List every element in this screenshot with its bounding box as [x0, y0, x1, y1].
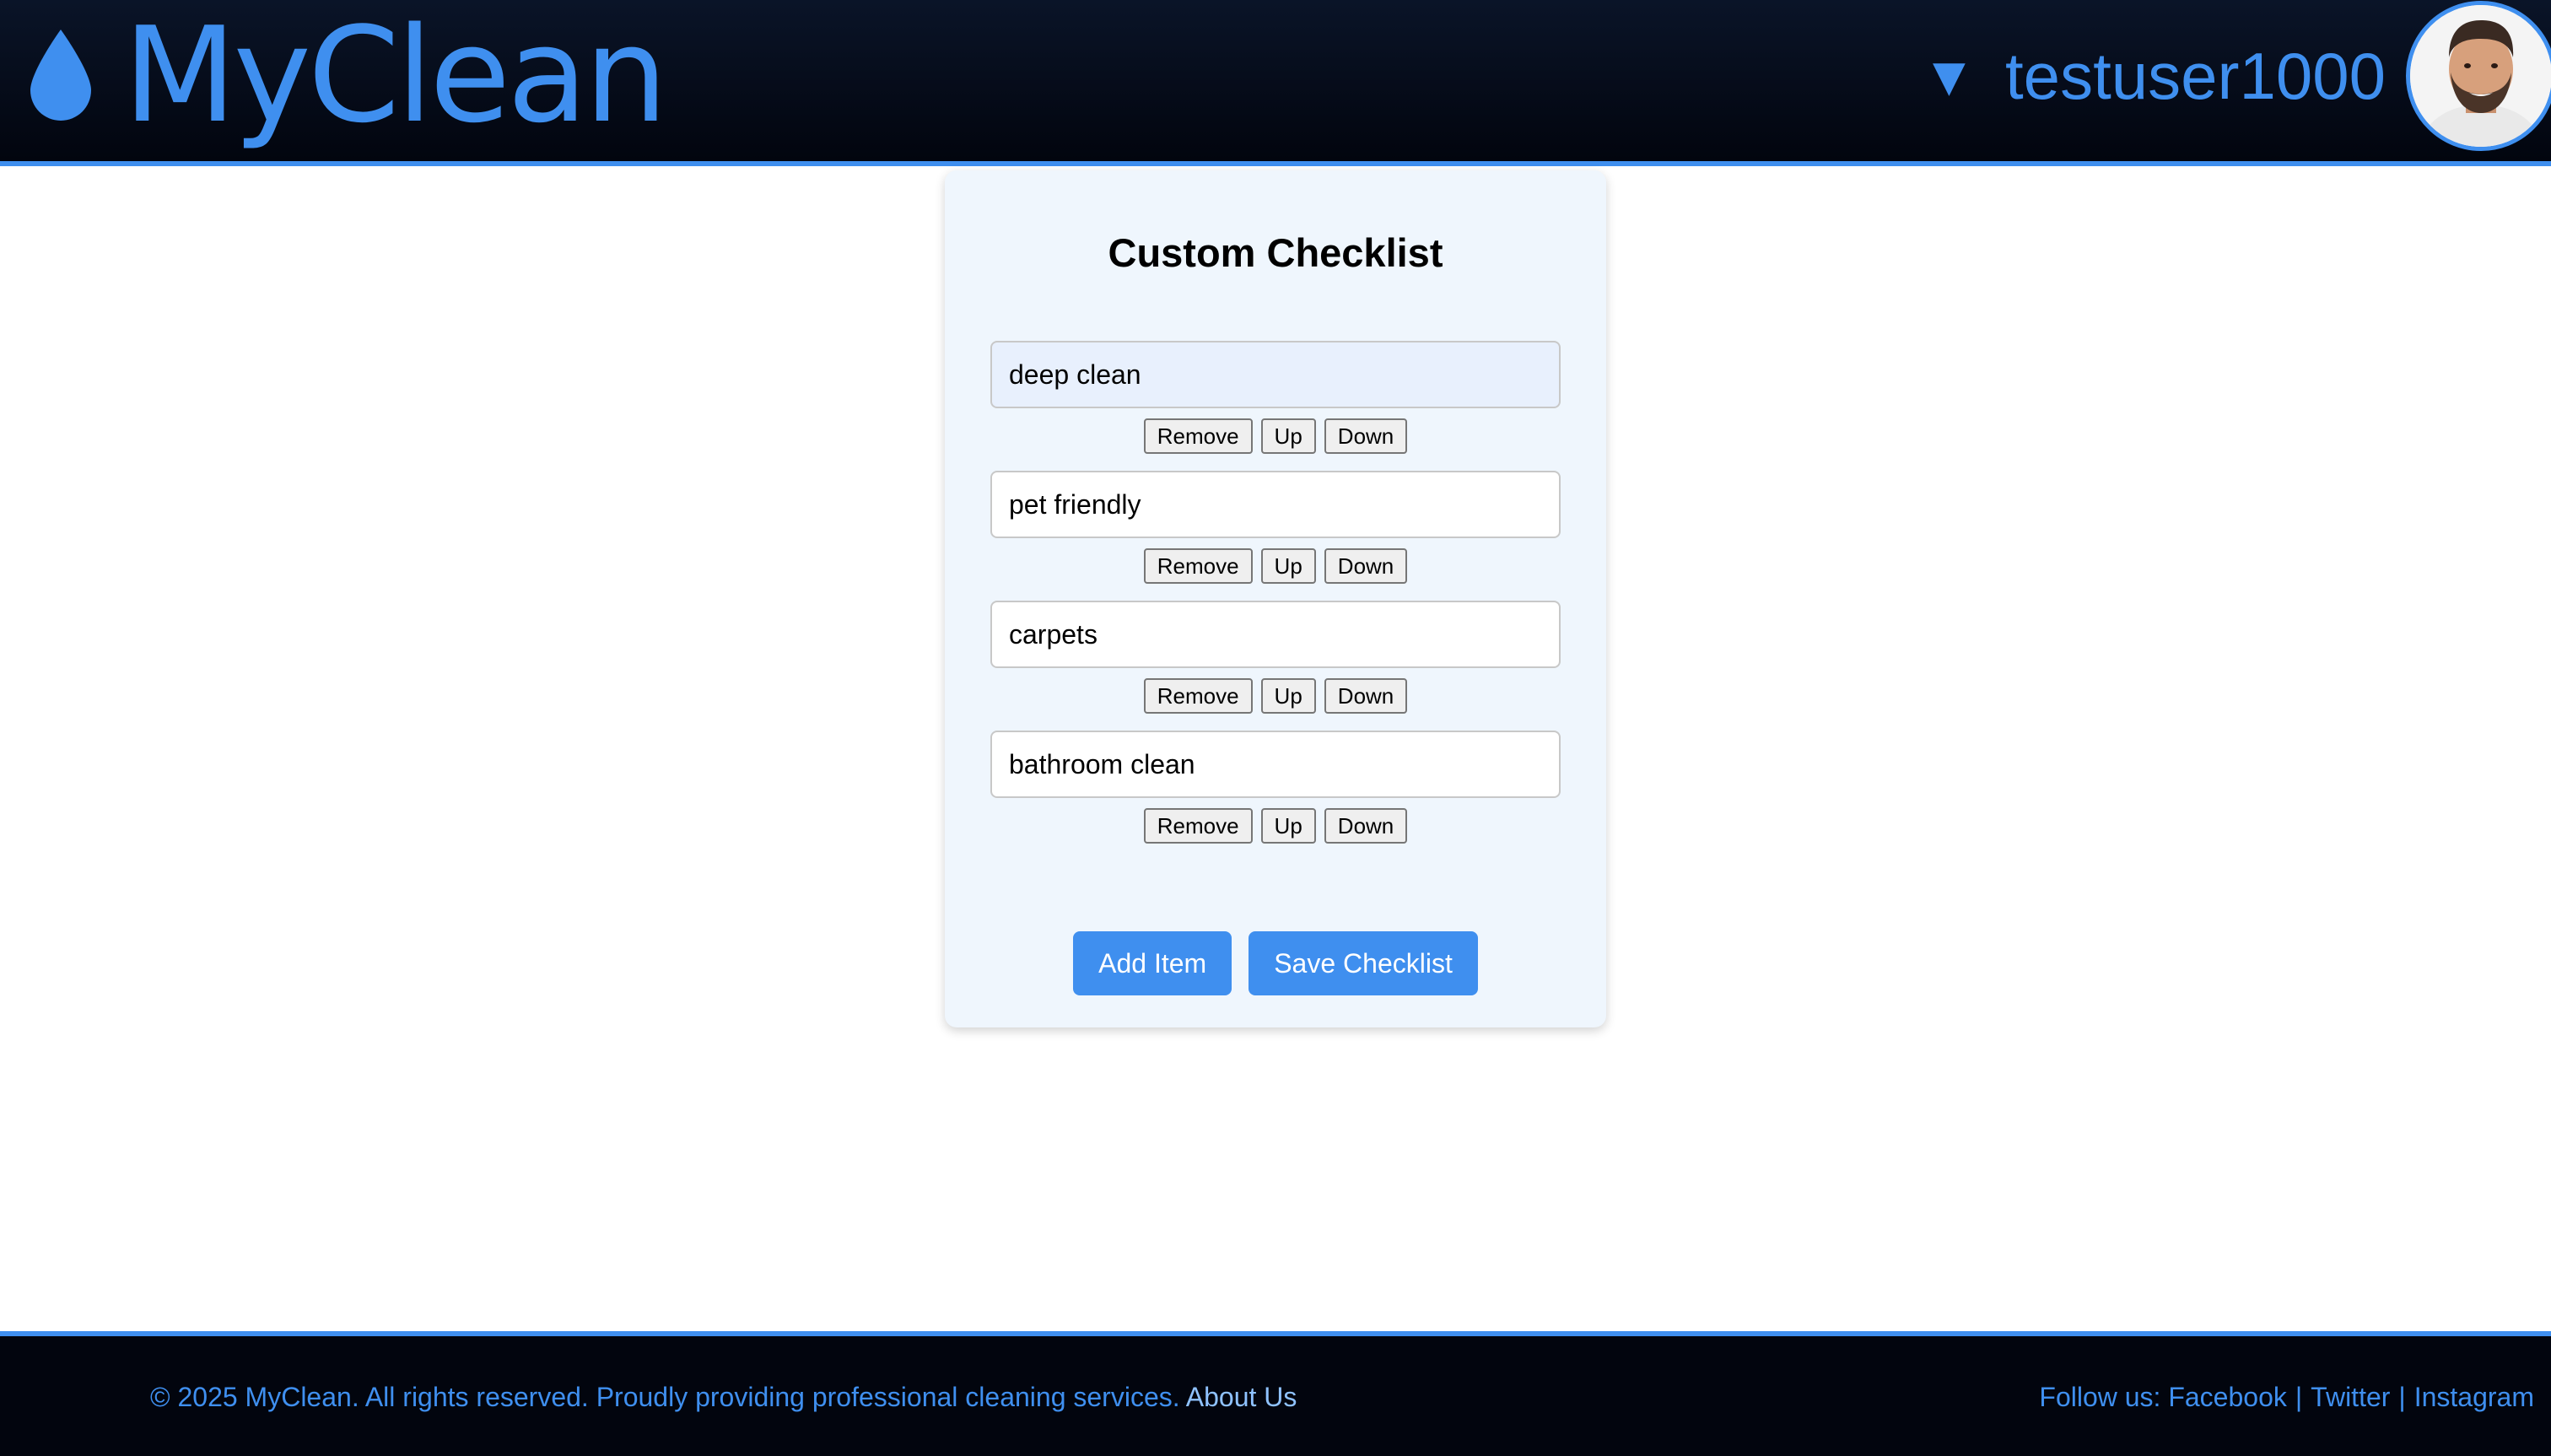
remove-button[interactable]: Remove — [1143, 808, 1253, 844]
move-up-button[interactable]: Up — [1260, 548, 1316, 584]
remove-button[interactable]: Remove — [1143, 548, 1253, 584]
checklist-item-input[interactable] — [990, 471, 1561, 538]
top-header: MyClean ▼ testuser1000 — [0, 0, 2551, 166]
save-checklist-button[interactable]: Save Checklist — [1249, 931, 1478, 995]
user-photo-icon — [2410, 5, 2551, 147]
page-title: Custom Checklist — [1108, 230, 1443, 275]
dropdown-caret-icon[interactable]: ▼ — [1922, 48, 1977, 104]
remove-button[interactable]: Remove — [1143, 418, 1253, 454]
item-controls: Remove Up Down — [990, 678, 1561, 714]
add-item-button[interactable]: Add Item — [1073, 931, 1232, 995]
checklist-item-input[interactable] — [990, 341, 1561, 408]
logo[interactable]: MyClean — [30, 0, 668, 152]
remove-button[interactable]: Remove — [1143, 678, 1253, 714]
checklist-item-input[interactable] — [990, 601, 1561, 668]
checklist-item-input[interactable] — [990, 731, 1561, 798]
item-controls: Remove Up Down — [990, 418, 1561, 454]
water-drop-icon — [30, 30, 91, 121]
copyright-text: © 2025 MyClean. All rights reserved. Pro… — [150, 1382, 1180, 1412]
checklist-actions: Add Item Save Checklist — [945, 931, 1606, 995]
avatar[interactable] — [2406, 1, 2551, 151]
move-down-button[interactable]: Down — [1324, 548, 1408, 584]
separator: | — [2295, 1382, 2303, 1412]
logo-text: MyClean — [123, 0, 668, 152]
move-up-button[interactable]: Up — [1260, 418, 1316, 454]
footer-copyright: © 2025 MyClean. All rights reserved. Pro… — [150, 1382, 1297, 1413]
about-us-link[interactable]: About Us — [1186, 1382, 1297, 1412]
move-up-button[interactable]: Up — [1260, 678, 1316, 714]
item-controls: Remove Up Down — [990, 548, 1561, 584]
custom-checklist-card: Custom Checklist Remove Up Down Remove U… — [945, 170, 1606, 1027]
separator: | — [2398, 1382, 2406, 1412]
move-down-button[interactable]: Down — [1324, 418, 1408, 454]
item-controls: Remove Up Down — [990, 808, 1561, 844]
checklist-item: Remove Up Down — [990, 341, 1561, 454]
checklist-item: Remove Up Down — [990, 471, 1561, 584]
page-footer: © 2025 MyClean. All rights reserved. Pro… — [0, 1331, 2551, 1456]
user-menu[interactable]: ▼ testuser1000 — [1922, 0, 2551, 152]
follow-label: Follow us: — [2039, 1382, 2161, 1412]
move-up-button[interactable]: Up — [1260, 808, 1316, 844]
checklist-item: Remove Up Down — [990, 601, 1561, 714]
username[interactable]: testuser1000 — [2005, 43, 2386, 109]
facebook-link[interactable]: Facebook — [2168, 1382, 2287, 1412]
move-down-button[interactable]: Down — [1324, 678, 1408, 714]
move-down-button[interactable]: Down — [1324, 808, 1408, 844]
checklist-item: Remove Up Down — [990, 731, 1561, 844]
footer-social: Follow us: Facebook | Twitter | Instagram — [2039, 1382, 2534, 1413]
instagram-link[interactable]: Instagram — [2414, 1382, 2534, 1412]
twitter-link[interactable]: Twitter — [2311, 1382, 2390, 1412]
